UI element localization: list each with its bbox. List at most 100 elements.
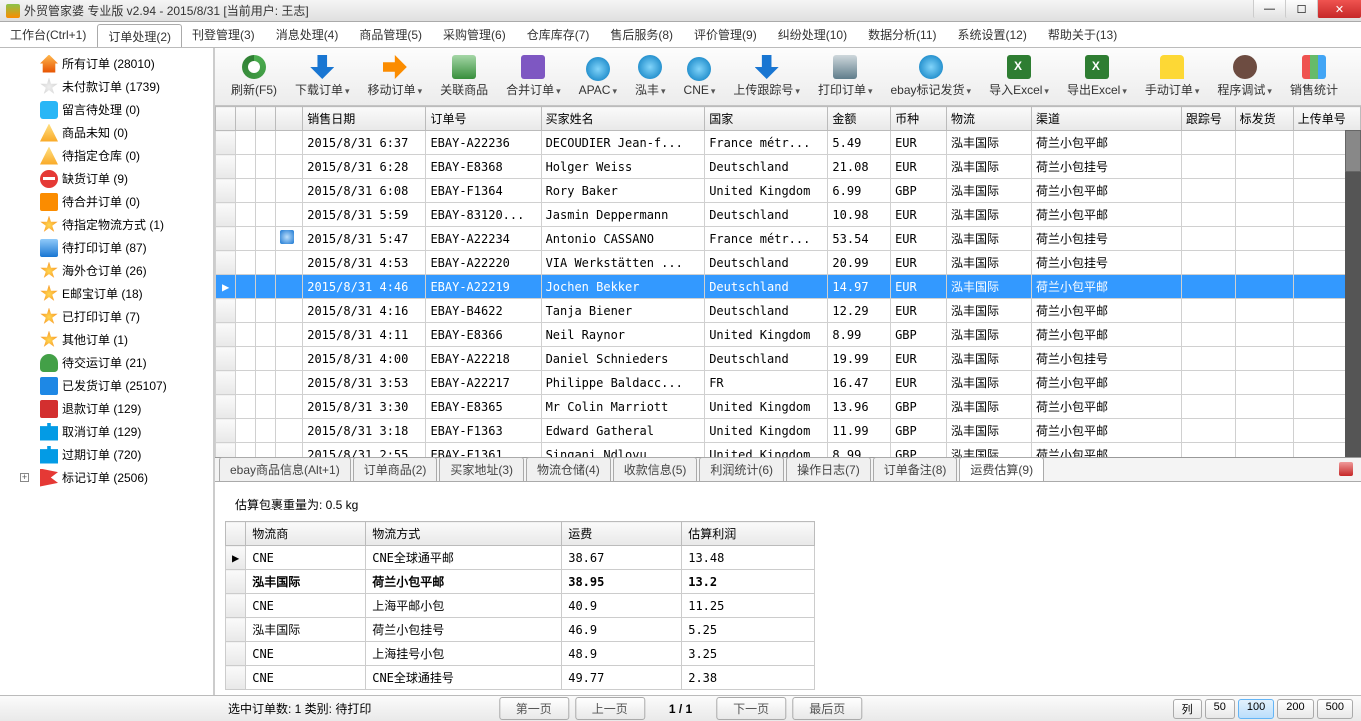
detail-tab-3[interactable]: 物流仓储(4) — [526, 457, 611, 481]
table-row[interactable]: 2015/8/31 3:18EBAY-F1363Edward GatheralU… — [216, 419, 1361, 443]
toolbar-ebay标记发货[interactable]: ebay标记发货 — [883, 52, 980, 102]
grid-scrollbar[interactable] — [1345, 130, 1361, 457]
toolbar-下载订单[interactable]: 下载订单 — [287, 52, 358, 102]
est-row[interactable]: 泓丰国际荷兰小包平邮38.9513.2 — [226, 570, 815, 594]
grid-header[interactable]: 币种 — [891, 107, 947, 131]
sidebar-item-8[interactable]: 待打印订单 (87) — [0, 236, 213, 259]
detail-tab-1[interactable]: 订单商品(2) — [353, 457, 438, 481]
table-row[interactable]: 2015/8/31 5:59EBAY-83120...Jasmin Depper… — [216, 203, 1361, 227]
sidebar-item-2[interactable]: 留言待处理 (0) — [0, 98, 213, 121]
page-size-500[interactable]: 500 — [1317, 699, 1353, 719]
toolbar-APAC[interactable]: APAC — [571, 52, 625, 102]
sidebar-item-13[interactable]: 待交运订单 (21) — [0, 351, 213, 374]
grid-header[interactable]: 订单号 — [426, 107, 541, 131]
sidebar-item-5[interactable]: 缺货订单 (9) — [0, 167, 213, 190]
grid-header[interactable] — [256, 107, 276, 131]
page-size-200[interactable]: 200 — [1277, 699, 1313, 719]
page-size-列[interactable]: 列 — [1173, 699, 1202, 719]
detail-tab-4[interactable]: 收款信息(5) — [613, 457, 698, 481]
menu-item-8[interactable]: 评价管理(9) — [684, 22, 768, 47]
grid-header[interactable] — [236, 107, 256, 131]
toolbar-刷新(F5)[interactable]: 刷新(F5) — [223, 52, 285, 102]
pager-last[interactable]: 最后页 — [792, 697, 862, 720]
table-row[interactable]: 2015/8/31 4:11EBAY-E8366Neil RaynorUnite… — [216, 323, 1361, 347]
sidebar-item-16[interactable]: 取消订单 (129) — [0, 420, 213, 443]
sidebar-item-6[interactable]: 待合并订单 (0) — [0, 190, 213, 213]
sidebar-item-9[interactable]: 海外仓订单 (26) — [0, 259, 213, 282]
grid-header[interactable]: 上传单号 — [1293, 107, 1360, 131]
sidebar-item-17[interactable]: 过期订单 (720) — [0, 443, 213, 466]
sidebar-item-3[interactable]: 商品未知 (0) — [0, 121, 213, 144]
menu-item-10[interactable]: 数据分析(11) — [858, 22, 947, 47]
menu-item-4[interactable]: 商品管理(5) — [349, 22, 433, 47]
grid-header[interactable]: 物流 — [946, 107, 1031, 131]
sidebar-item-4[interactable]: 待指定仓库 (0) — [0, 144, 213, 167]
grid-header[interactable]: 国家 — [705, 107, 828, 131]
toolbar-导入Excel[interactable]: 导入Excel — [981, 52, 1057, 102]
sidebar-item-11[interactable]: 已打印订单 (7) — [0, 305, 213, 328]
toolbar-手动订单[interactable]: 手动订单 — [1137, 52, 1208, 102]
toolbar-移动订单[interactable]: 移动订单 — [360, 52, 431, 102]
grid-header[interactable]: 渠道 — [1032, 107, 1182, 131]
grid-header[interactable]: 标发货 — [1235, 107, 1293, 131]
est-row[interactable]: CNE上海平邮小包40.911.25 — [226, 594, 815, 618]
est-row[interactable]: ▶CNECNE全球通平邮38.6713.48 — [226, 546, 815, 570]
table-row[interactable]: 2015/8/31 4:16EBAY-B4622Tanja BienerDeut… — [216, 299, 1361, 323]
menu-item-9[interactable]: 纠纷处理(10) — [768, 22, 858, 47]
grid-header[interactable]: 买家姓名 — [541, 107, 705, 131]
detail-tab-6[interactable]: 操作日志(7) — [786, 457, 871, 481]
shipping-estimate-table[interactable]: 物流商物流方式运费估算利润▶CNECNE全球通平邮38.6713.48泓丰国际荷… — [225, 521, 815, 690]
sidebar-item-15[interactable]: 退款订单 (129) — [0, 397, 213, 420]
grid-header[interactable]: 销售日期 — [303, 107, 426, 131]
toolbar-关联商品[interactable]: 关联商品 — [432, 52, 496, 102]
toolbar-CNE[interactable]: CNE — [676, 52, 724, 102]
detail-tab-8[interactable]: 运费估算(9) — [959, 457, 1044, 481]
sidebar-item-14[interactable]: 已发货订单 (25107) — [0, 374, 213, 397]
grid-header[interactable] — [216, 107, 236, 131]
grid-header[interactable]: 金额 — [828, 107, 891, 131]
sidebar-item-7[interactable]: 待指定物流方式 (1) — [0, 213, 213, 236]
est-row[interactable]: CNE上海挂号小包48.93.25 — [226, 642, 815, 666]
toolbar-泓丰[interactable]: 泓丰 — [627, 52, 674, 102]
maximize-button[interactable]: ☐ — [1285, 0, 1317, 18]
menu-item-5[interactable]: 采购管理(6) — [433, 22, 517, 47]
order-grid[interactable]: 销售日期订单号买家姓名国家金额币种物流渠道跟踪号标发货上传单号2015/8/31… — [215, 106, 1361, 458]
menu-item-1[interactable]: 订单处理(2) — [97, 24, 182, 47]
close-button[interactable]: ✕ — [1317, 0, 1361, 18]
table-row[interactable]: 2015/8/31 4:00EBAY-A22218Daniel Schniede… — [216, 347, 1361, 371]
sidebar-item-1[interactable]: 未付款订单 (1739) — [0, 75, 213, 98]
toolbar-程序调试[interactable]: 程序调试 — [1209, 52, 1280, 102]
menu-item-12[interactable]: 帮助关于(13) — [1038, 22, 1128, 47]
minimize-button[interactable]: — — [1253, 0, 1285, 18]
sidebar-item-0[interactable]: 所有订单 (28010) — [0, 52, 213, 75]
pager-prev[interactable]: 上一页 — [575, 697, 645, 720]
toolbar-上传跟踪号[interactable]: 上传跟踪号 — [725, 52, 808, 102]
table-row[interactable]: 2015/8/31 4:53EBAY-A22220VIA Werkstätten… — [216, 251, 1361, 275]
detail-tab-0[interactable]: ebay商品信息(Alt+1) — [219, 457, 351, 481]
sidebar-item-18[interactable]: +标记订单 (2506) — [0, 466, 213, 489]
detail-tab-5[interactable]: 利润统计(6) — [699, 457, 784, 481]
menu-item-2[interactable]: 刊登管理(3) — [182, 22, 266, 47]
page-size-50[interactable]: 50 — [1205, 699, 1235, 719]
pager-first[interactable]: 第一页 — [499, 697, 569, 720]
tree-expand-icon[interactable]: + — [20, 473, 29, 482]
toolbar-打印订单[interactable]: 打印订单 — [810, 52, 881, 102]
toolbar-导出Excel[interactable]: 导出Excel — [1059, 52, 1135, 102]
table-row[interactable]: 2015/8/31 6:28EBAY-E8368Holger WeissDeut… — [216, 155, 1361, 179]
detail-tab-7[interactable]: 订单备注(8) — [873, 457, 958, 481]
table-row[interactable]: 2015/8/31 3:53EBAY-A22217Philippe Baldac… — [216, 371, 1361, 395]
page-size-100[interactable]: 100 — [1238, 699, 1274, 719]
sidebar-item-10[interactable]: E邮宝订单 (18) — [0, 282, 213, 305]
est-row[interactable]: 泓丰国际荷兰小包挂号46.95.25 — [226, 618, 815, 642]
table-row[interactable]: 2015/8/31 5:47EBAY-A22234Antonio CASSANO… — [216, 227, 1361, 251]
sidebar-item-12[interactable]: 其他订单 (1) — [0, 328, 213, 351]
pager-next[interactable]: 下一页 — [716, 697, 786, 720]
table-row[interactable]: 2015/8/31 6:37EBAY-A22236DECOUDIER Jean-… — [216, 131, 1361, 155]
menu-item-11[interactable]: 系统设置(12) — [948, 22, 1038, 47]
menu-item-7[interactable]: 售后服务(8) — [600, 22, 684, 47]
table-row[interactable]: 2015/8/31 3:30EBAY-E8365Mr Colin Marriot… — [216, 395, 1361, 419]
table-row[interactable]: 2015/8/31 2:55EBAY-F1361Singani NdlovuUn… — [216, 443, 1361, 459]
grid-header[interactable]: 跟踪号 — [1181, 107, 1235, 131]
table-row[interactable]: ▶2015/8/31 4:46EBAY-A22219Jochen BekkerD… — [216, 275, 1361, 299]
menu-item-0[interactable]: 工作台(Ctrl+1) — [0, 22, 97, 47]
